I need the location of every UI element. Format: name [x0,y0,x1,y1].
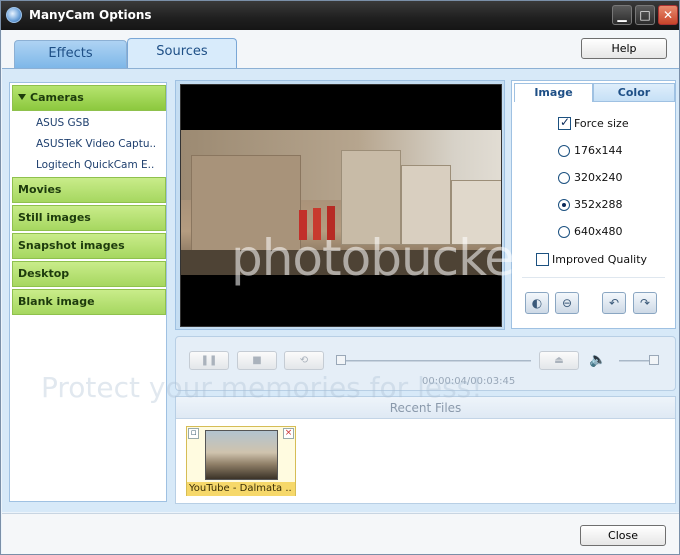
remove-file-icon[interactable]: × [283,428,294,439]
size-352x288-radio[interactable] [558,199,570,211]
title-bar[interactable]: ManyCam Options ▁ □ ✕ [1,1,679,30]
size-320x240-label: 320x240 [574,171,623,184]
size-640x480-radio[interactable] [558,226,570,238]
recent-file-thumbnail [205,430,278,480]
camera-item-asustek-video[interactable]: ASUSTeK Video Captu.. [36,138,156,150]
footer-bar: Close [2,513,679,554]
photobucket-watermark: photobucket [231,229,534,287]
recent-file-item[interactable]: ▫ × YouTube - Dalmata .. [186,426,296,496]
category-movies[interactable]: Movies [12,177,166,203]
seek-slider-thumb[interactable] [336,355,346,365]
improved-quality-label: Improved Quality [552,253,648,266]
source-list: Cameras ASUS GSB ASUSTeK Video Captu.. L… [9,82,167,502]
camera-item-asus-gsb[interactable]: ASUS GSB [36,117,90,129]
flip-horizontal-icon[interactable]: ◐ [525,292,549,314]
image-options-panel: Image Color ✓ Force size 176x144 320x240… [511,80,676,329]
tab-strip: Effects Sources Help [2,30,679,69]
recent-file-caption: YouTube - Dalmata .. [187,482,295,496]
seek-slider[interactable] [336,360,531,362]
rotate-right-icon[interactable]: ↷ [633,292,657,314]
pause-icon[interactable]: ❚❚ [189,351,229,370]
category-label: Cameras [30,91,84,104]
size-176x144-label: 176x144 [574,144,623,157]
divider [522,277,665,278]
flip-vertical-icon[interactable]: ⊖ [555,292,579,314]
sources-tab-content: Cameras ASUS GSB ASUSTeK Video Captu.. L… [2,68,679,512]
check-mark-icon: ✓ [560,115,571,129]
expand-triangle-icon [18,94,26,100]
size-320x240-radio[interactable] [558,172,570,184]
size-176x144-radio[interactable] [558,145,570,157]
maximize-button[interactable]: □ [635,5,655,25]
help-button[interactable]: Help [581,38,667,59]
recent-files-panel: Recent Files ▫ × YouTube - Dalmata .. [175,396,676,504]
stop-icon[interactable]: ■ [237,351,277,370]
tab-sources[interactable]: Sources [127,38,237,69]
window-title: ManyCam Options [29,8,152,22]
tab-color[interactable]: Color [593,83,675,102]
volume-slider-thumb[interactable] [649,355,659,365]
force-size-checkbox[interactable]: ✓ [558,115,571,130]
manycam-options-window: ManyCam Options ▁ □ ✕ Effects Sources He… [0,0,680,555]
category-desktop[interactable]: Desktop [12,261,166,287]
manycam-app-icon [6,7,22,23]
category-blank-image[interactable]: Blank image [12,289,166,315]
size-352x288-label: 352x288 [574,198,623,211]
watermark-tagline: Protect your memories for less! [41,371,483,404]
tab-image[interactable]: Image [514,83,593,102]
volume-icon[interactable]: 🔈 [589,352,606,368]
close-button[interactable]: Close [580,525,666,546]
close-window-button[interactable]: ✕ [658,5,678,25]
category-snapshot-images[interactable]: Snapshot images [12,233,166,259]
improved-quality-checkbox[interactable] [536,253,549,266]
loop-icon[interactable]: ⟲ [284,351,324,370]
eject-icon[interactable]: ⏏ [539,351,579,370]
video-preview [180,84,502,327]
tab-effects[interactable]: Effects [14,40,127,68]
file-info-icon[interactable]: ▫ [188,428,199,439]
category-cameras[interactable]: Cameras [12,85,166,111]
category-still-images[interactable]: Still images [12,205,166,231]
minimize-button[interactable]: ▁ [612,5,632,25]
camera-item-logitech-quickcam[interactable]: Logitech QuickCam E.. [36,159,154,171]
video-preview-panel [175,80,505,330]
force-size-label: Force size [574,117,629,130]
size-640x480-label: 640x480 [574,225,623,238]
rotate-left-icon[interactable]: ↶ [602,292,626,314]
